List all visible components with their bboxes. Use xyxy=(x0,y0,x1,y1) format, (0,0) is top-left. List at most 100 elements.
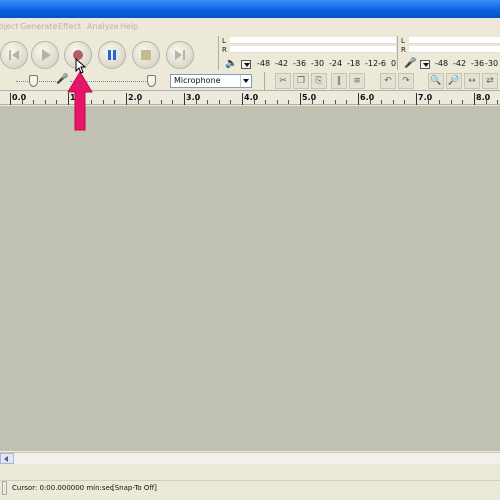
ruler-minor-tick xyxy=(207,100,209,104)
fit-project-icon[interactable]: ⇄ xyxy=(482,73,498,89)
ruler-major-tick xyxy=(474,93,475,105)
meter-tick: -36 xyxy=(293,59,307,68)
ruler-label: 2.0 xyxy=(128,93,143,102)
ruler-major-tick xyxy=(242,93,243,105)
meter-track-right xyxy=(230,46,396,53)
skip-to-end-button[interactable] xyxy=(166,41,194,69)
ruler-minor-tick xyxy=(137,100,139,104)
undo-icon[interactable]: ↶ xyxy=(380,73,396,89)
ruler-minor-tick xyxy=(160,100,162,104)
pause-button[interactable] xyxy=(98,41,126,69)
ruler-minor-tick xyxy=(56,100,58,104)
ruler-minor-tick xyxy=(149,100,151,104)
annotation-arrow xyxy=(67,71,93,131)
menu-project[interactable]: Project xyxy=(0,22,18,31)
meter-tick: -30 xyxy=(485,59,499,68)
ruler-label: 3.0 xyxy=(186,93,201,102)
output-volume-slider[interactable] xyxy=(29,75,38,87)
menu-analyze[interactable]: Analyze xyxy=(87,22,119,31)
meter-tick: -30 xyxy=(311,59,325,68)
stop-button[interactable] xyxy=(132,41,160,69)
ruler-minor-tick xyxy=(427,100,429,104)
ruler-minor-tick xyxy=(44,100,46,104)
input-source-select[interactable]: Microphone xyxy=(170,74,252,88)
skip-start-icon xyxy=(9,50,19,60)
meter-tick: -42 xyxy=(453,59,467,68)
right-channel-label: R xyxy=(222,46,227,54)
record-meter-dropdown[interactable] xyxy=(420,60,430,69)
play-button[interactable] xyxy=(31,41,59,69)
ruler-label: 5.0 xyxy=(302,93,317,102)
playback-meter-dropdown[interactable] xyxy=(241,60,251,69)
play-icon xyxy=(42,49,51,61)
menu-help[interactable]: Help xyxy=(120,22,138,31)
title-bar xyxy=(0,0,500,18)
left-channel-label: L xyxy=(222,37,226,45)
meter-tick: -48 xyxy=(435,59,449,68)
ruler-label: 6.0 xyxy=(360,93,375,102)
ruler-minor-tick xyxy=(381,100,383,104)
cut-icon[interactable]: ✂ xyxy=(275,73,291,89)
zoom-out-icon[interactable]: 🔎 xyxy=(446,73,462,89)
input-volume-slider[interactable] xyxy=(147,75,156,87)
paste-icon[interactable]: ⎘ xyxy=(311,73,327,89)
chevron-down-icon xyxy=(240,75,251,87)
copy-icon[interactable]: ❐ xyxy=(293,73,309,89)
meter-tick: -36 xyxy=(471,59,485,68)
ruler-minor-tick xyxy=(369,100,371,104)
ruler-major-tick xyxy=(358,93,359,105)
edit-toolbar: ✂ ❐ ⎘ ‖ ≡ ↶ ↷ 🔍 🔎 ↔ ⇄ xyxy=(270,72,500,90)
menu-bar: Project Generate Effect Analyze Help xyxy=(0,18,500,36)
left-channel-label: L xyxy=(401,37,405,45)
ruler-minor-tick xyxy=(334,100,336,104)
ruler-minor-tick xyxy=(114,100,116,104)
stop-icon xyxy=(141,50,151,60)
record-meter[interactable]: L R xyxy=(397,36,500,58)
ruler-minor-tick xyxy=(172,100,174,104)
status-panel xyxy=(2,481,7,495)
silence-icon[interactable]: ≡ xyxy=(349,73,365,89)
ruler-minor-tick xyxy=(497,100,499,104)
ruler-label: 7.0 xyxy=(418,93,433,102)
ruler-minor-tick xyxy=(404,100,406,104)
ruler-major-tick xyxy=(184,93,185,105)
ruler-major-tick xyxy=(300,93,301,105)
ruler-minor-tick xyxy=(288,100,290,104)
zoom-in-icon[interactable]: 🔍 xyxy=(428,73,444,89)
ruler-minor-tick xyxy=(311,100,313,104)
ruler-minor-tick xyxy=(33,100,35,104)
input-source-value: Microphone xyxy=(174,76,221,85)
ruler-label: 8.0 xyxy=(476,93,491,102)
meter-tick: -48 xyxy=(257,59,271,68)
record-meter-scale: 🎤 -48 -42 -36 -30 xyxy=(402,57,500,71)
speaker-icon: 🔈 xyxy=(225,58,238,69)
meter-track-left xyxy=(230,37,396,44)
meter-track-left xyxy=(409,37,500,44)
ruler-minor-tick xyxy=(392,100,394,104)
ruler-minor-tick xyxy=(265,100,267,104)
ruler-label: 0.0 xyxy=(12,93,27,102)
ruler-minor-tick xyxy=(450,100,452,104)
meter-tick: -24 xyxy=(329,59,343,68)
cursor-position: Cursor: 0:00.000000 min:sec xyxy=(12,484,114,492)
pause-icon xyxy=(108,50,116,60)
meter-tick: -6 xyxy=(378,59,386,68)
audacity-window: Project Generate Effect Analyze Help L R xyxy=(0,0,500,500)
playback-meter-scale: 🔈 -48 -42 -36 -30 -24 -18 -12 -6 0 xyxy=(224,57,398,71)
track-area[interactable] xyxy=(0,106,500,451)
horizontal-scrollbar[interactable] xyxy=(0,452,500,464)
meter-tick: -12 xyxy=(365,59,379,68)
redo-icon[interactable]: ↷ xyxy=(398,73,414,89)
menu-effect[interactable]: Effect xyxy=(58,22,81,31)
scroll-left-button[interactable] xyxy=(0,453,14,464)
skip-to-start-button[interactable] xyxy=(0,41,28,69)
fit-selection-icon[interactable]: ↔ xyxy=(464,73,480,89)
menu-generate[interactable]: Generate xyxy=(20,22,57,31)
ruler-minor-tick xyxy=(195,100,197,104)
status-bar: Cursor: 0:00.000000 min:sec [Snap-To Off… xyxy=(0,480,500,495)
trim-icon[interactable]: ‖ xyxy=(331,73,347,89)
right-channel-label: R xyxy=(401,46,406,54)
meter-tick: -18 xyxy=(347,59,361,68)
ruler-minor-tick xyxy=(102,100,104,104)
playback-meter[interactable]: L R xyxy=(218,36,396,58)
